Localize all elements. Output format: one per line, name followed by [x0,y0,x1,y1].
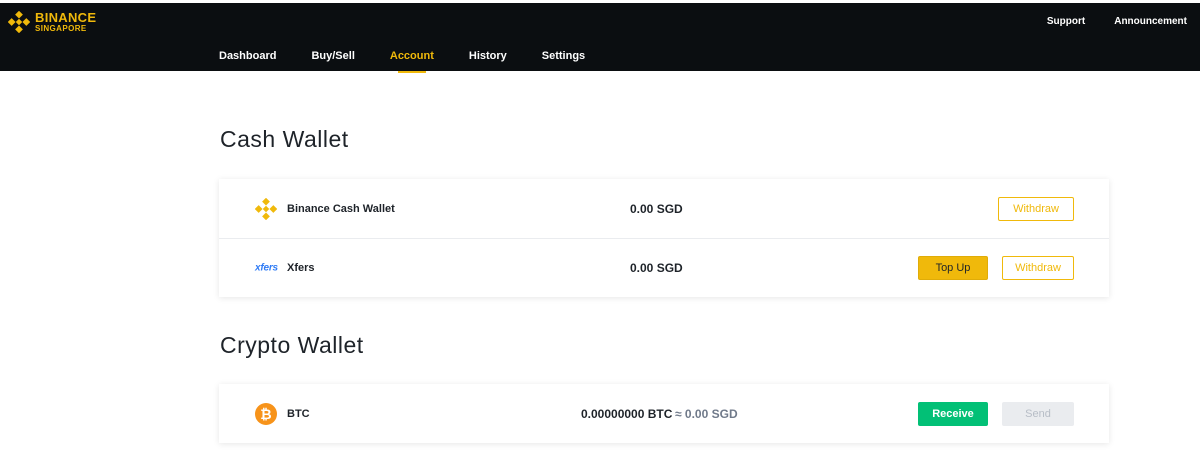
bitcoin-icon: ₿ [255,402,277,425]
brand-logo[interactable]: BINANCE SINGAPORE [8,11,96,33]
asset-balance: 0.00000000 BTC [581,406,673,421]
nav-settings[interactable]: Settings [542,50,585,62]
support-link[interactable]: Support [1047,16,1085,27]
brand-name: BINANCE [35,10,97,25]
wallet-row-binance-cash: Binance Cash Wallet 0.00 SGD Withdraw [219,179,1109,238]
top-links: Support Announcement [1047,16,1187,27]
nav-history[interactable]: History [469,50,507,62]
receive-button[interactable]: Receive [918,401,988,426]
cash-wallet-title: Cash Wallet [220,126,349,152]
top-up-button[interactable]: Top Up [918,256,988,280]
xfers-icon: xfers [255,262,278,274]
brand-region: SINGAPORE [35,24,87,33]
crypto-wallet-card: ₿ BTC 0.00000000 BTC ≈ 0.00 SGD Receive … [219,384,1109,443]
top-header: BINANCE SINGAPORE Support Announcement D… [0,0,1200,73]
asset-name: BTC [287,407,310,420]
wallet-row-btc: ₿ BTC 0.00000000 BTC ≈ 0.00 SGD Receive … [219,384,1109,443]
binance-icon [255,197,277,220]
wallet-row-xfers: xfers Xfers 0.00 SGD Top Up Withdraw [219,238,1109,297]
bitcoin-coin-glyph: ₿ [255,402,277,425]
asset-fiat-value: ≈ 0.00 SGD [675,406,738,421]
binance-logo-icon [8,11,30,33]
withdraw-button[interactable]: Withdraw [998,196,1074,221]
brand-text: BINANCE SINGAPORE [35,11,96,33]
nav-buy-sell[interactable]: Buy/Sell [311,50,354,62]
cash-wallet-card: Binance Cash Wallet 0.00 SGD Withdraw xf… [219,179,1109,297]
wallet-name: Xfers [287,262,315,274]
crypto-wallet-title: Crypto Wallet [220,332,364,358]
announcement-link[interactable]: Announcement [1114,16,1187,27]
withdraw-button[interactable]: Withdraw [1002,256,1074,280]
nav-dashboard[interactable]: Dashboard [219,50,276,62]
nav-account[interactable]: Account [390,50,434,73]
main-nav: Dashboard Buy/Sell Account History Setti… [219,50,620,73]
wallet-balance: 0.00 SGD [630,261,683,275]
send-button[interactable]: Send [1002,401,1074,426]
wallet-balance: 0.00 SGD [630,201,683,216]
wallet-name: Binance Cash Wallet [287,202,395,215]
